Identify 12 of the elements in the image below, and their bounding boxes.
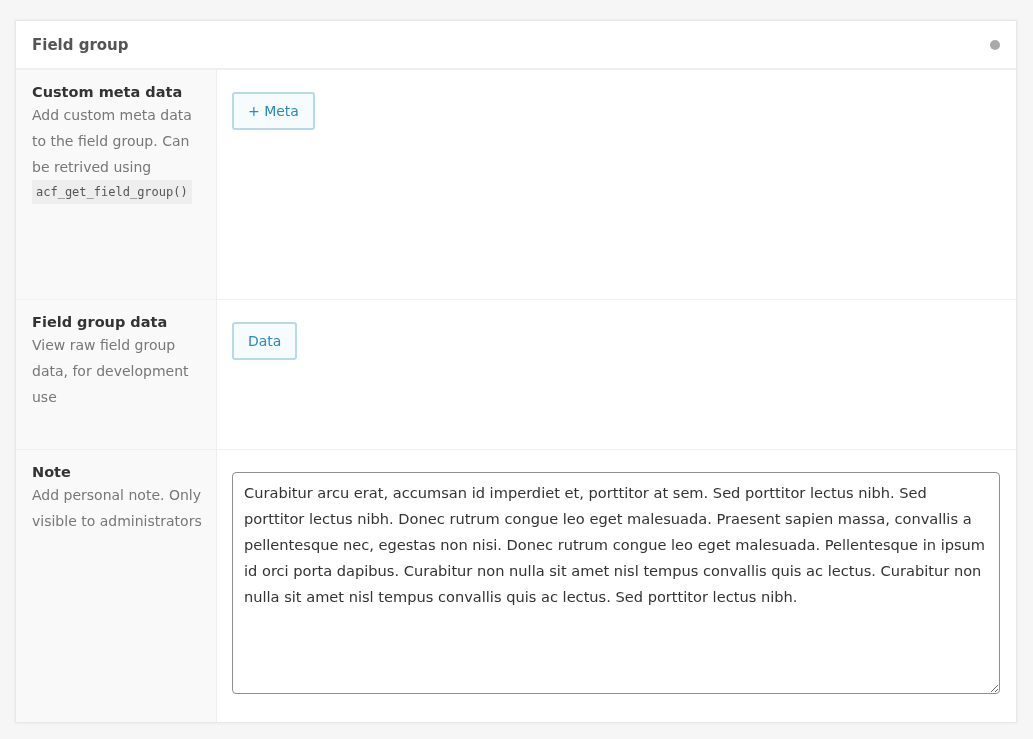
field-description: Add personal note. Only visible to administrators [32, 486, 202, 531]
field-description: View raw field group data, for development use [32, 336, 190, 407]
toggle-icon[interactable] [990, 39, 1000, 50]
action-button[interactable]: + Meta [232, 92, 315, 130]
field-label: Note [32, 464, 72, 480]
field-label: Field group data [32, 314, 169, 330]
panel-title: Field group [32, 35, 129, 54]
field-description: Add custom meta data to the field group. Can be retrived using [32, 106, 193, 177]
code-snippet: acf_get_field_group() [32, 180, 192, 204]
field-label: Custom meta data [32, 84, 184, 100]
note-textarea[interactable]: Curabitur arcu erat, accumsan id imperdiet et, porttitor at sem. Sed porttitor lectus nibh. Sed porttitor lectus nibh. Donec rutrum congue leo eget malesuada. Praesent sapien massa, convallis a pellentesque nec, egestas non nisi. Donec rutrum congue leo eget malesuada. Pellentesque in ipsum id orci porta dapibus. Curabitur non nulla sit amet nisl tempus convallis quis ac lectus. Curabitur non nulla sit amet nisl tempus convallis quis ac lectus. Sed porttitor lectus nibh. [232, 472, 1000, 694]
action-button[interactable]: Data [232, 322, 298, 360]
